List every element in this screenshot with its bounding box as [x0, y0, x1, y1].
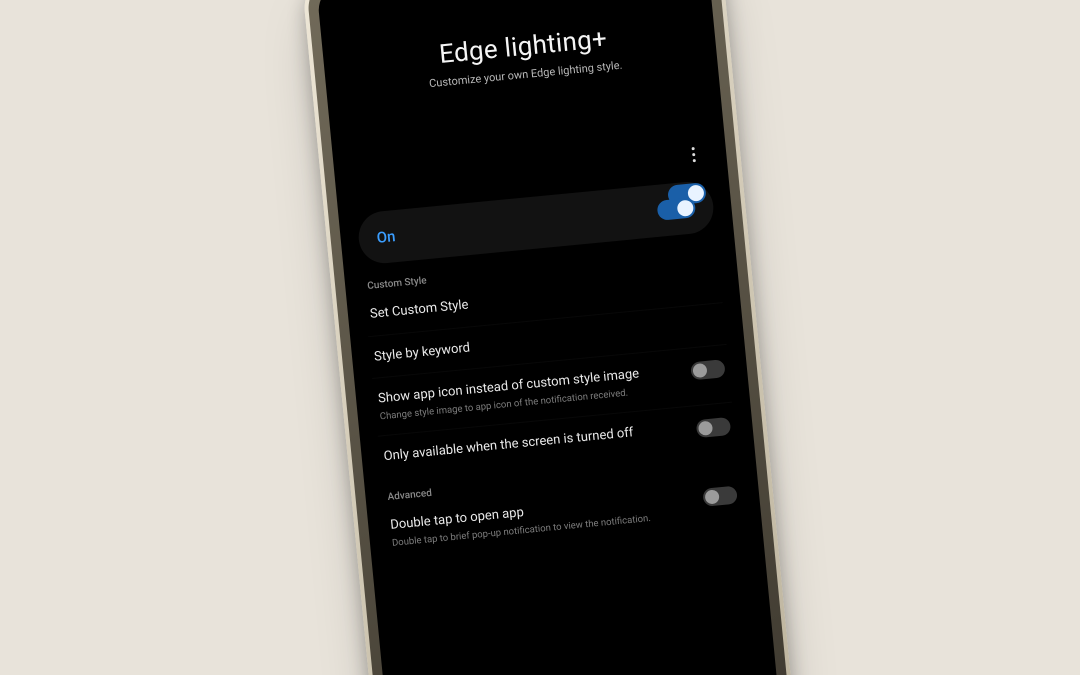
- phone-device: 3:24 PM 21 Wed: [301, 0, 795, 675]
- more-options-button[interactable]: [679, 140, 707, 168]
- master-switch-label: On: [376, 227, 396, 247]
- master-switch-toggle[interactable]: [656, 197, 696, 221]
- photo-backdrop: 3:24 PM 21 Wed: [0, 0, 1080, 675]
- toggle-double-tap[interactable]: [702, 486, 738, 507]
- toggle-show-app-icon[interactable]: [690, 359, 726, 380]
- phone-screen: 3:24 PM 21 Wed: [316, 0, 779, 675]
- toggle-screen-off-only[interactable]: [696, 417, 732, 438]
